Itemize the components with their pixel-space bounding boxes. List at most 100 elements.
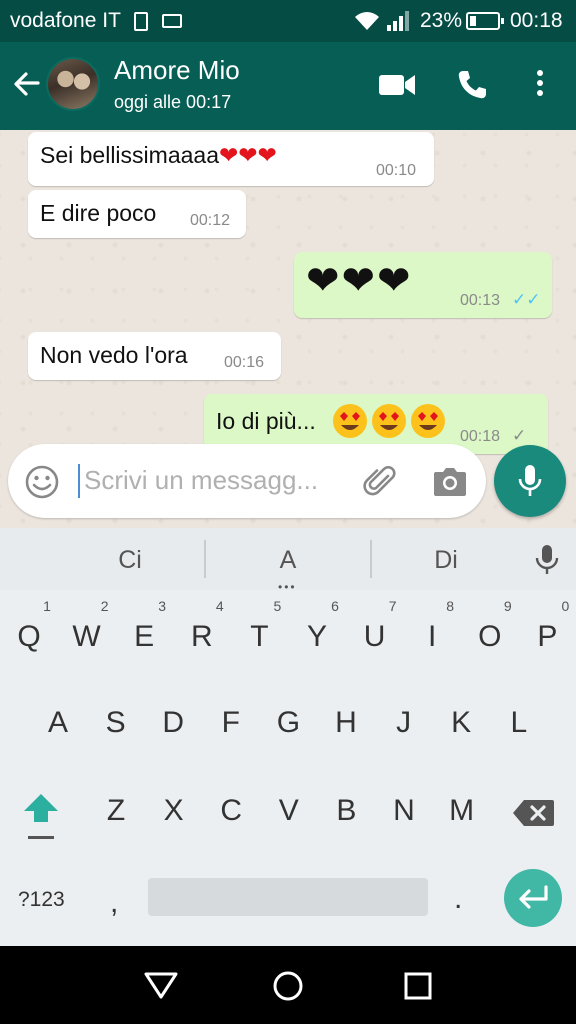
message-time: 00:18: [460, 428, 501, 445]
sim-icon: [134, 12, 148, 31]
message-text: Io di più...: [216, 408, 316, 434]
shift-icon[interactable]: [22, 792, 60, 842]
signal-icon: [387, 11, 409, 31]
voice-call-icon[interactable]: [456, 69, 488, 101]
camera-icon[interactable]: [432, 466, 468, 498]
key-c[interactable]: C: [203, 794, 259, 828]
keyboard-mic-icon[interactable]: [534, 544, 560, 576]
on-screen-keyboard: Ci A ••• Di Q1W2E3R4T5Y6U7I8O9P0 ASDFGHJ…: [0, 528, 576, 946]
nav-home-icon[interactable]: [272, 970, 304, 1002]
wifi-icon: [355, 12, 379, 30]
key-a[interactable]: A: [30, 706, 86, 740]
message-bubble[interactable]: ❤❤❤ 00:13 ✓✓: [294, 252, 552, 318]
enter-key[interactable]: [504, 869, 562, 927]
key-y[interactable]: Y: [289, 620, 345, 654]
key-j[interactable]: J: [376, 706, 432, 740]
heart-emoji: ❤❤❤: [218, 142, 277, 168]
key-s[interactable]: S: [88, 706, 144, 740]
message-text: Non vedo l'ora: [40, 342, 188, 368]
key-p[interactable]: P: [519, 620, 575, 654]
period-key[interactable]: .: [454, 882, 462, 916]
key-w[interactable]: W: [59, 620, 115, 654]
message-time: 00:16: [224, 354, 265, 371]
space-key[interactable]: [148, 878, 428, 916]
nav-recents-icon[interactable]: [404, 972, 432, 1000]
text-cursor: [78, 464, 80, 498]
key-q[interactable]: Q: [1, 620, 57, 654]
key-hint: 5: [273, 598, 282, 614]
suggestion-item[interactable]: A: [238, 546, 338, 575]
key-x[interactable]: X: [146, 794, 202, 828]
suggestion-item[interactable]: Ci: [80, 546, 180, 575]
key-d[interactable]: D: [145, 706, 201, 740]
key-hint: 6: [331, 598, 339, 614]
back-arrow-icon[interactable]: [10, 68, 42, 100]
key-l[interactable]: L: [491, 706, 547, 740]
key-t[interactable]: T: [231, 620, 287, 654]
status-clock: 00:18: [510, 9, 563, 32]
message-text: Sei bellissimaaaa❤❤❤: [40, 142, 277, 168]
key-m[interactable]: M: [434, 794, 490, 828]
key-hint: 0: [561, 598, 570, 614]
key-z[interactable]: Z: [88, 794, 144, 828]
key-i[interactable]: I: [404, 620, 460, 654]
key-hint: 3: [158, 598, 167, 614]
message-bubble[interactable]: E dire poco 00:12: [28, 190, 246, 238]
enter-icon: [519, 885, 548, 909]
attach-icon[interactable]: [362, 464, 398, 500]
comma-key[interactable]: ,: [110, 886, 118, 920]
chat-header: Amore Mio oggi alle 00:17: [0, 42, 576, 130]
key-r[interactable]: R: [174, 620, 230, 654]
carrier-name: vodafone IT: [10, 9, 121, 32]
suggestion-divider: [370, 540, 372, 578]
key-hint: 4: [215, 598, 224, 614]
heart-emoji: ❤❤❤: [306, 259, 413, 303]
key-hint: 1: [43, 598, 51, 614]
symbols-key[interactable]: ?123: [18, 888, 65, 912]
contact-avatar[interactable]: [46, 57, 100, 111]
message-input[interactable]: [84, 462, 354, 498]
key-h[interactable]: H: [318, 706, 374, 740]
suggestion-item[interactable]: Di: [396, 546, 496, 575]
key-hint: 9: [503, 598, 512, 614]
message-bubble[interactable]: Sei bellissimaaaa❤❤❤ 00:10: [28, 132, 434, 186]
message-time: 00:12: [190, 212, 231, 229]
key-e[interactable]: E: [116, 620, 172, 654]
sent-tick-icon: ✓: [512, 426, 527, 445]
key-hint: 2: [100, 598, 109, 614]
message-composer: [8, 444, 486, 518]
microphone-icon: [518, 465, 542, 496]
heart-eyes-emoji: [332, 402, 446, 445]
voice-message-button[interactable]: [494, 445, 566, 517]
more-options-icon[interactable]: [532, 68, 548, 100]
key-u[interactable]: U: [347, 620, 403, 654]
contact-name[interactable]: Amore Mio: [114, 55, 240, 86]
key-k[interactable]: K: [433, 706, 489, 740]
video-call-icon[interactable]: [378, 72, 416, 98]
message-time: 00:10: [376, 162, 417, 179]
system-navigation-bar: [0, 946, 576, 1024]
battery-percent: 23%: [420, 9, 463, 32]
last-seen: oggi alle 00:17: [114, 92, 232, 112]
keyboard-status-icon: [162, 14, 182, 28]
backspace-icon[interactable]: [512, 798, 556, 828]
more-suggestions-icon[interactable]: •••: [278, 580, 297, 594]
emoji-icon[interactable]: [24, 464, 60, 500]
message-time: 00:13: [460, 292, 501, 309]
read-ticks-icon: ✓✓: [512, 290, 541, 309]
message-bubble[interactable]: Non vedo l'ora 00:16: [28, 332, 281, 380]
status-bar: vodafone IT 23% 00:18: [0, 0, 576, 42]
key-v[interactable]: V: [261, 794, 317, 828]
key-hint: 8: [446, 598, 455, 614]
key-n[interactable]: N: [376, 794, 432, 828]
key-hint: 7: [388, 598, 397, 614]
suggestion-strip: Ci A ••• Di: [0, 528, 576, 594]
battery-icon: [466, 12, 504, 30]
nav-back-icon[interactable]: [142, 970, 180, 1000]
key-b[interactable]: B: [318, 794, 374, 828]
message-text: E dire poco: [40, 200, 157, 226]
suggestion-divider: [204, 540, 206, 578]
key-f[interactable]: F: [203, 706, 259, 740]
key-o[interactable]: O: [462, 620, 518, 654]
key-g[interactable]: G: [260, 706, 316, 740]
